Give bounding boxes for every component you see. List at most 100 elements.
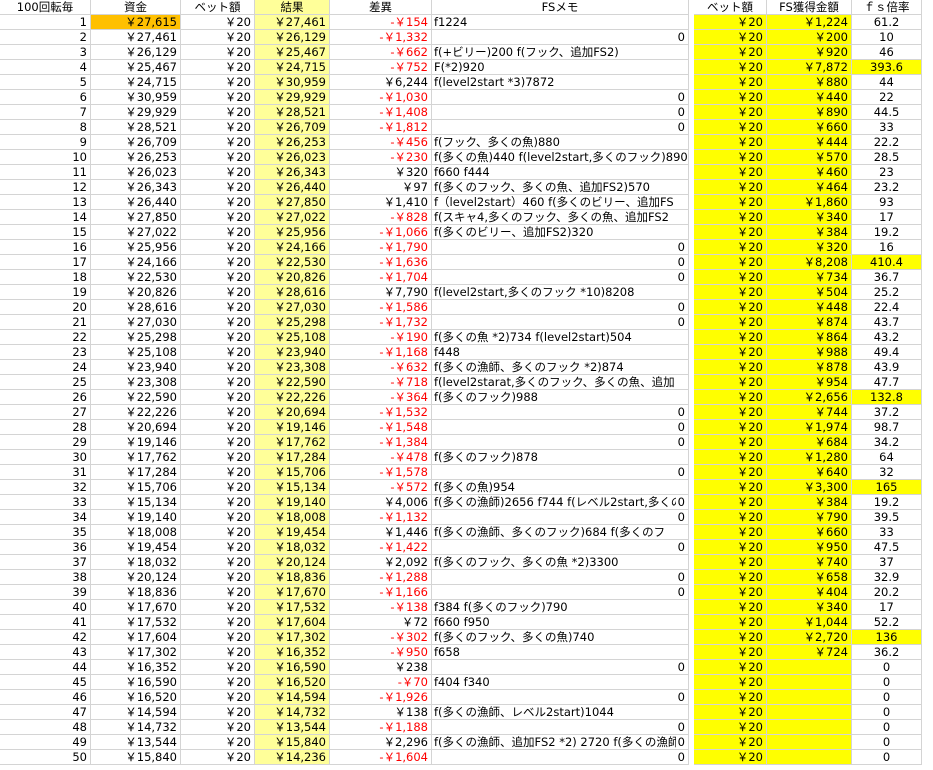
cell-bet-2[interactable]: ￥20 — [694, 30, 767, 45]
cell-fs-amount[interactable]: ￥440 — [767, 90, 852, 105]
cell-bet-2[interactable]: ￥20 — [694, 120, 767, 135]
cell-fs-amount[interactable]: ￥744 — [767, 405, 852, 420]
cell-fs-amount[interactable]: ￥880 — [767, 75, 852, 90]
cell-balance[interactable]: ￥17,532 — [91, 615, 181, 630]
cell-bet[interactable]: ￥20 — [181, 360, 255, 375]
cell-fs-amount[interactable]: ￥684 — [767, 435, 852, 450]
cell-fs-amount[interactable] — [767, 705, 852, 720]
cell-multiplier[interactable]: 20.2 — [852, 585, 922, 600]
cell-diff[interactable]: -￥632 — [330, 360, 432, 375]
cell-round[interactable]: 6 — [0, 90, 91, 105]
cell-bet[interactable]: ￥20 — [181, 75, 255, 90]
cell-fs-memo[interactable]: f(多くの漁師、追加FS2 *2) 2720 f(多くの漁師 0 — [432, 735, 689, 750]
cell-diff[interactable]: -￥1,604 — [330, 750, 432, 765]
cell-multiplier[interactable]: 33 — [852, 120, 922, 135]
cell-fs-amount[interactable]: ￥8,208 — [767, 255, 852, 270]
cell-round[interactable]: 45 — [0, 675, 91, 690]
cell-fs-memo[interactable]: f(多くのフック、多くの魚)740 — [432, 630, 689, 645]
cell-result[interactable]: ￥19,454 — [255, 525, 330, 540]
cell-bet[interactable]: ￥20 — [181, 405, 255, 420]
cell-diff[interactable]: -￥1,790 — [330, 240, 432, 255]
cell-diff[interactable]: ￥97 — [330, 180, 432, 195]
cell-balance[interactable]: ￥27,030 — [91, 315, 181, 330]
cell-result[interactable]: ￥22,226 — [255, 390, 330, 405]
cell-balance[interactable]: ￥15,840 — [91, 750, 181, 765]
cell-multiplier[interactable]: 44 — [852, 75, 922, 90]
cell-diff[interactable]: -￥1,586 — [330, 300, 432, 315]
cell-result[interactable]: ￥17,670 — [255, 585, 330, 600]
cell-bet-2[interactable]: ￥20 — [694, 90, 767, 105]
cell-bet-2[interactable]: ￥20 — [694, 645, 767, 660]
cell-bet-2[interactable]: ￥20 — [694, 225, 767, 240]
cell-multiplier[interactable]: 32 — [852, 465, 922, 480]
cell-result[interactable]: ￥15,840 — [255, 735, 330, 750]
cell-diff[interactable]: ￥2,296 — [330, 735, 432, 750]
cell-balance[interactable]: ￥23,308 — [91, 375, 181, 390]
cell-fs-memo[interactable]: f(スキャ4,多くのフック、多くの魚、追加FS2 — [432, 210, 689, 225]
cell-fs-amount[interactable]: ￥384 — [767, 495, 852, 510]
cell-bet[interactable]: ￥20 — [181, 60, 255, 75]
cell-bet[interactable]: ￥20 — [181, 345, 255, 360]
cell-fs-amount[interactable]: ￥7,872 — [767, 60, 852, 75]
cell-bet[interactable]: ￥20 — [181, 165, 255, 180]
cell-diff[interactable]: -￥1,332 — [330, 30, 432, 45]
cell-bet[interactable]: ￥20 — [181, 480, 255, 495]
cell-bet[interactable]: ￥20 — [181, 270, 255, 285]
cell-bet-2[interactable]: ￥20 — [694, 435, 767, 450]
cell-fs-amount[interactable]: ￥1,280 — [767, 450, 852, 465]
cell-fs-memo[interactable]: 0 — [432, 585, 689, 600]
cell-bet[interactable]: ￥20 — [181, 300, 255, 315]
cell-bet-2[interactable]: ￥20 — [694, 165, 767, 180]
cell-result[interactable]: ￥22,530 — [255, 255, 330, 270]
cell-bet[interactable]: ￥20 — [181, 540, 255, 555]
cell-fs-memo[interactable]: 0 — [432, 90, 689, 105]
cell-balance[interactable]: ￥23,940 — [91, 360, 181, 375]
cell-fs-amount[interactable]: ￥920 — [767, 45, 852, 60]
cell-result[interactable]: ￥15,134 — [255, 480, 330, 495]
cell-fs-memo[interactable]: f(level2start *3)7872 — [432, 75, 689, 90]
cell-fs-amount[interactable]: ￥1,860 — [767, 195, 852, 210]
cell-bet[interactable]: ￥20 — [181, 450, 255, 465]
cell-result[interactable]: ￥28,616 — [255, 285, 330, 300]
cell-result[interactable]: ￥24,715 — [255, 60, 330, 75]
cell-bet-2[interactable]: ￥20 — [694, 465, 767, 480]
cell-bet[interactable]: ￥20 — [181, 315, 255, 330]
cell-balance[interactable]: ￥14,594 — [91, 705, 181, 720]
cell-round[interactable]: 49 — [0, 735, 91, 750]
cell-fs-memo[interactable]: 0 — [432, 540, 689, 555]
cell-diff[interactable]: -￥456 — [330, 135, 432, 150]
cell-round[interactable]: 11 — [0, 165, 91, 180]
cell-round[interactable]: 14 — [0, 210, 91, 225]
cell-fs-memo[interactable]: 0 — [432, 270, 689, 285]
cell-result[interactable]: ￥19,140 — [255, 495, 330, 510]
cell-bet[interactable]: ￥20 — [181, 690, 255, 705]
cell-bet[interactable]: ￥20 — [181, 390, 255, 405]
cell-diff[interactable]: -￥1,812 — [330, 120, 432, 135]
cell-diff[interactable]: ￥1,410 — [330, 195, 432, 210]
cell-bet-2[interactable]: ￥20 — [694, 15, 767, 30]
cell-diff[interactable]: -￥572 — [330, 480, 432, 495]
cell-result[interactable]: ￥27,461 — [255, 15, 330, 30]
cell-fs-memo[interactable]: f(フック、多くの魚)880 — [432, 135, 689, 150]
cell-fs-amount[interactable]: ￥988 — [767, 345, 852, 360]
cell-multiplier[interactable]: 25.2 — [852, 285, 922, 300]
cell-multiplier[interactable]: 47.5 — [852, 540, 922, 555]
cell-bet[interactable]: ￥20 — [181, 120, 255, 135]
cell-multiplier[interactable]: 136 — [852, 630, 922, 645]
cell-multiplier[interactable]: 33 — [852, 525, 922, 540]
cell-result[interactable]: ￥18,032 — [255, 540, 330, 555]
cell-bet[interactable]: ￥20 — [181, 240, 255, 255]
cell-bet-2[interactable]: ￥20 — [694, 330, 767, 345]
cell-bet[interactable]: ￥20 — [181, 525, 255, 540]
cell-result[interactable]: ￥18,008 — [255, 510, 330, 525]
cell-balance[interactable]: ￥16,352 — [91, 660, 181, 675]
cell-fs-memo[interactable]: 0 — [432, 420, 689, 435]
cell-bet-2[interactable]: ￥20 — [694, 750, 767, 765]
cell-bet-2[interactable]: ￥20 — [694, 180, 767, 195]
cell-round[interactable]: 42 — [0, 630, 91, 645]
cell-balance[interactable]: ￥30,959 — [91, 90, 181, 105]
cell-result[interactable]: ￥29,929 — [255, 90, 330, 105]
cell-round[interactable]: 4 — [0, 60, 91, 75]
cell-multiplier[interactable]: 47.7 — [852, 375, 922, 390]
cell-balance[interactable]: ￥20,826 — [91, 285, 181, 300]
